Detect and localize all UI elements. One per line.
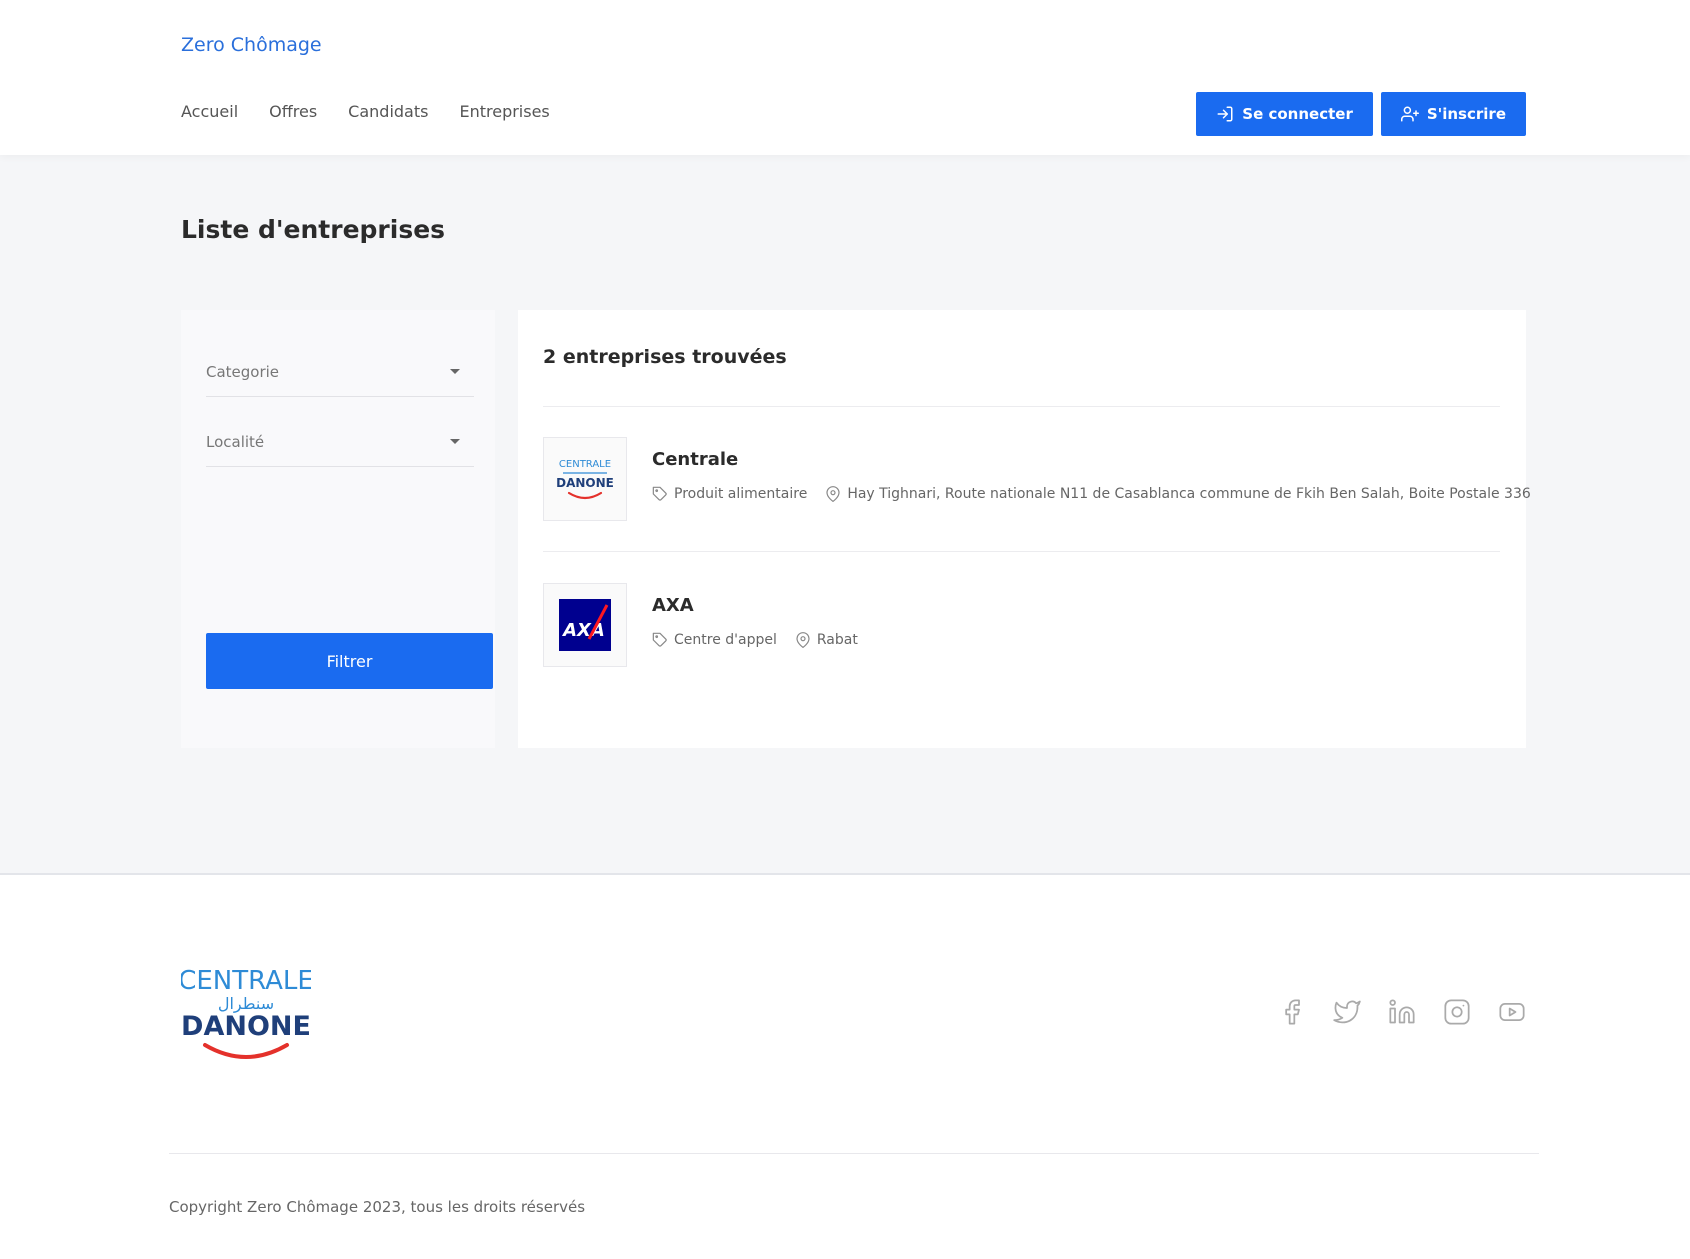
company-location: Rabat: [795, 632, 858, 648]
login-icon: [1217, 106, 1233, 122]
filter-panel: Categorie Localité Filtrer: [181, 310, 495, 748]
footer-logo-text-top: CENTRALE: [181, 966, 311, 996]
results-divider: [543, 406, 1500, 407]
chevron-down-icon: [450, 439, 460, 444]
company-category-label: Produit alimentaire: [674, 486, 808, 502]
company-meta: Centre d'appel Rabat: [652, 632, 876, 648]
login-button[interactable]: Se connecter: [1196, 92, 1373, 136]
locality-select-label: Localité: [206, 432, 265, 451]
company-address: Rabat: [816, 632, 858, 648]
map-pin-icon: [826, 486, 840, 502]
footer-divider: [169, 1153, 1539, 1154]
category-select[interactable]: Categorie: [206, 347, 474, 397]
company-category-label: Centre d'appel: [674, 632, 777, 648]
results-divider: [543, 551, 1500, 552]
company-location: Hay Tighnari, Route nationale N11 de Cas…: [825, 486, 1531, 502]
axa-logo-icon: AXA: [559, 599, 611, 651]
tag-icon: [652, 632, 667, 647]
footer-logo-text-bottom: DANONE: [181, 1011, 311, 1042]
company-category: Produit alimentaire: [652, 486, 807, 502]
danone-logo-icon: CENTRALE DANONE: [556, 459, 614, 500]
footer-danone-logo: CENTRALE سنطرال DANONE: [181, 966, 311, 1059]
filter-button[interactable]: Filtrer: [206, 633, 493, 689]
nav-accueil[interactable]: Accueil: [181, 102, 238, 121]
logo-text-bottom: DANONE: [556, 476, 614, 490]
linkedin-icon[interactable]: [1388, 998, 1416, 1026]
company-logo-axa[interactable]: AXA: [543, 583, 627, 667]
user-plus-icon: [1400, 106, 1419, 122]
brand-link[interactable]: Zero Chômage: [181, 34, 322, 56]
company-logo-danone[interactable]: CENTRALE DANONE: [543, 437, 627, 521]
results-panel: 2 entreprises trouvées CENTRALE DANONE C…: [518, 310, 1531, 748]
company-category: Centre d'appel: [652, 632, 777, 648]
company-name[interactable]: Centrale: [652, 449, 738, 470]
login-label: Se connecter: [1242, 105, 1353, 123]
nav-offres[interactable]: Offres: [269, 102, 317, 121]
results-count: 2 entreprises trouvées: [543, 346, 787, 368]
map-pin-icon: [796, 632, 810, 648]
company-address: Hay Tighnari, Route nationale N11 de Cas…: [847, 486, 1531, 502]
instagram-icon[interactable]: [1443, 998, 1471, 1026]
main-nav: Accueil Offres Candidats Entreprises: [181, 102, 550, 121]
signup-button[interactable]: S'inscrire: [1380, 92, 1526, 136]
category-select-label: Categorie: [206, 362, 280, 381]
youtube-icon[interactable]: [1498, 998, 1526, 1026]
twitter-icon[interactable]: [1333, 998, 1361, 1026]
site-header: Zero Chômage Accueil Offres Candidats En…: [0, 0, 1690, 155]
copyright-text: Copyright Zero Chômage 2023, tous les dr…: [169, 1198, 586, 1216]
signup-label: S'inscrire: [1426, 105, 1506, 123]
social-links: [1278, 998, 1526, 1026]
logo-text-top: CENTRALE: [559, 459, 611, 470]
locality-select[interactable]: Localité: [206, 417, 474, 467]
company-name[interactable]: AXA: [652, 595, 694, 616]
company-meta: Produit alimentaire Hay Tighnari, Route …: [652, 486, 1549, 502]
company-item: CENTRALE DANONE Centrale Produit aliment…: [543, 437, 1531, 521]
site-footer: CENTRALE سنطرال DANONE Copyright Zero Ch…: [0, 873, 1690, 1259]
nav-entreprises[interactable]: Entreprises: [459, 102, 549, 121]
nav-candidats[interactable]: Candidats: [348, 102, 428, 121]
facebook-icon[interactable]: [1278, 998, 1306, 1026]
header-actions: Se connecter S'inscrire: [1196, 92, 1526, 136]
chevron-down-icon: [450, 369, 460, 374]
tag-icon: [652, 486, 667, 501]
main-content: Liste d'entreprises Categorie Localité F…: [0, 155, 1690, 873]
company-item: AXA AXA Centre d'appel Rabat: [543, 583, 1500, 667]
page-title: Liste d'entreprises: [181, 215, 446, 244]
